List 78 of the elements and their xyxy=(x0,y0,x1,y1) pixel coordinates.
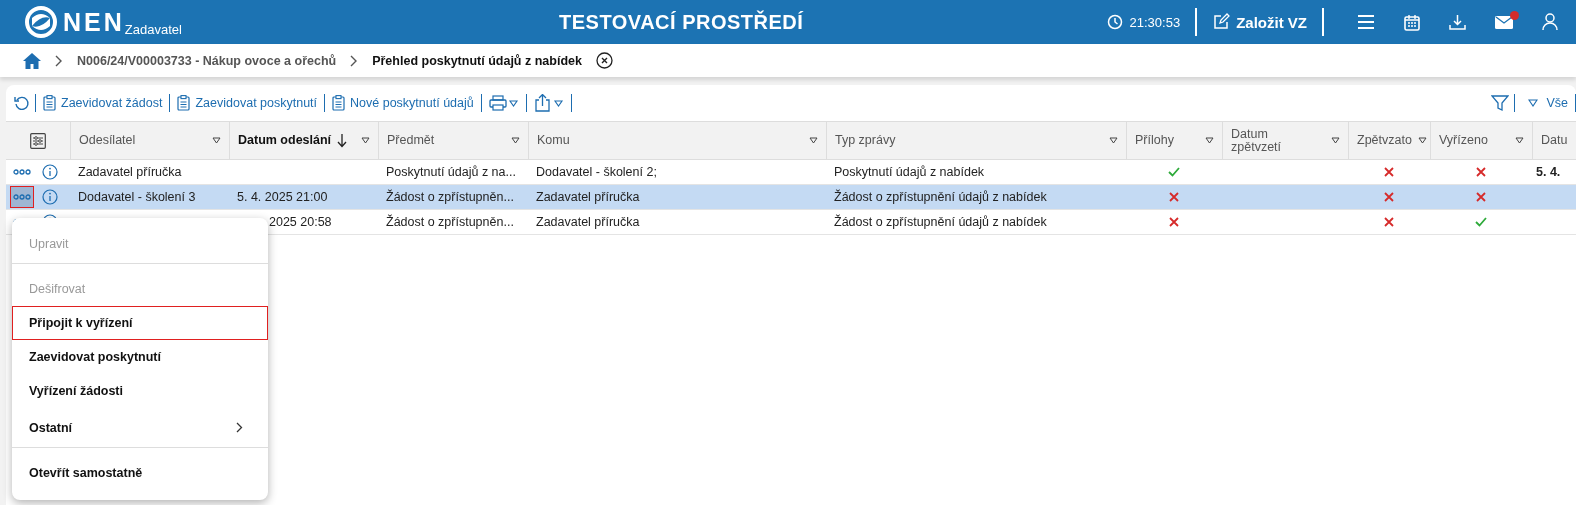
filter-dropdown-icon[interactable] xyxy=(1331,137,1340,144)
chevron-right-icon xyxy=(236,422,243,433)
clock-time: 21:30:53 xyxy=(1129,14,1181,30)
refresh-icon[interactable] xyxy=(14,95,30,111)
filter-dropdown-icon[interactable] xyxy=(809,137,818,144)
info-icon[interactable] xyxy=(42,189,58,205)
filter-icon[interactable] xyxy=(1491,94,1510,112)
clock-icon xyxy=(1106,14,1123,30)
table-cell: Žádost o zpřístupnění údajů z nabídek xyxy=(834,215,1047,229)
table-cell: Žádost o zpřístupněn... xyxy=(386,215,514,229)
menu-item[interactable]: Otevřít samostatně xyxy=(12,456,268,490)
clipboard-icon xyxy=(332,95,346,111)
table-cell: 5. 4. xyxy=(1536,165,1561,179)
column-header[interactable]: Komu xyxy=(528,122,826,159)
filter-dropdown-icon[interactable] xyxy=(1515,137,1524,144)
filter-dropdown-icon[interactable] xyxy=(361,137,370,144)
column-header[interactable]: Datum zpětvzetí xyxy=(1222,122,1348,159)
column-header[interactable]: Typ zprávy xyxy=(826,122,1126,159)
printer-icon xyxy=(488,95,519,111)
breadcrumb-link[interactable]: N006/24/V00003733 - Nákup ovoce a ořechů xyxy=(77,53,337,68)
logo-text: NEN xyxy=(63,7,125,37)
filter-dropdown-icon[interactable] xyxy=(1205,137,1214,144)
logo-icon xyxy=(25,6,57,38)
clipboard-icon xyxy=(43,95,56,111)
user-icon[interactable] xyxy=(1542,13,1558,31)
column-header[interactable]: Datum odeslání xyxy=(229,122,378,159)
table-cell: 2025 20:58 xyxy=(269,215,332,229)
table-cell: Poskytnutí údajů z nabídek xyxy=(834,165,985,179)
toolbar-button[interactable]: Zaevidovat poskytnutí xyxy=(175,95,320,111)
table-row[interactable]: Dodavatel - školení 3 5. 4. 2025 21:00 Žádost o zpřístupněn... Zadavatel příručka Žádost o zpřístupnění údajů z nabídek xyxy=(6,185,1576,210)
download-icon[interactable] xyxy=(1449,13,1466,31)
mail-icon[interactable] xyxy=(1495,15,1513,29)
toolbar-button[interactable]: Nové poskytnutí údajů xyxy=(330,95,476,111)
info-icon[interactable] xyxy=(42,164,58,180)
table-cell: Dodavatel - školení 2; xyxy=(536,165,657,179)
column-header[interactable]: Datu xyxy=(1532,122,1576,159)
table-cell: Zadavatel příručka xyxy=(536,215,640,229)
edit-icon xyxy=(1212,13,1231,31)
dropdown-icon xyxy=(1528,99,1539,107)
column-header[interactable]: Zpětvzato xyxy=(1348,122,1430,159)
menu-item[interactable]: Vyřízení žádosti xyxy=(12,374,268,408)
filter-dropdown-icon[interactable] xyxy=(1417,137,1427,144)
menu-item[interactable]: Připojit k vyřízení xyxy=(12,306,268,340)
menu-item[interactable]: Zaevidovat poskytnutí xyxy=(12,340,268,374)
menu-icon[interactable] xyxy=(1357,14,1375,30)
column-header[interactable]: Předmět xyxy=(378,122,528,159)
breadcrumb-link[interactable]: Přehled poskytnutí údajů z nabídek xyxy=(372,53,582,68)
clipboard-icon xyxy=(177,95,191,111)
more-icon xyxy=(13,169,31,175)
table-cell: Žádost o zpřístupněn... xyxy=(386,190,514,204)
share-icon xyxy=(533,94,564,112)
sort-arrow-icon xyxy=(337,133,348,148)
more-icon xyxy=(13,194,31,200)
chevron-right-icon xyxy=(350,54,359,67)
table-cell: Poskytnutí údajů z na... xyxy=(386,165,516,179)
environment-title: TESTOVACÍ PROSTŘEDÍ xyxy=(559,10,805,34)
toolbar-button[interactable]: Zaevidovat žádost xyxy=(41,95,165,111)
print-button[interactable] xyxy=(486,95,521,111)
filter-dropdown[interactable]: Vše xyxy=(1520,96,1570,110)
filter-dropdown-icon[interactable] xyxy=(511,137,520,144)
home-icon[interactable] xyxy=(23,52,41,69)
table-cell: Zadavatel příručka xyxy=(536,190,640,204)
menu-item[interactable]: Ostatní xyxy=(12,408,268,447)
calendar-icon[interactable] xyxy=(1404,13,1420,31)
filter-dropdown-icon[interactable] xyxy=(212,137,221,144)
create-button[interactable]: Založit VZ xyxy=(1208,13,1311,31)
table-cell: Zadavatel příručka xyxy=(78,165,182,179)
table-cell: Dodavatel - školení 3 xyxy=(78,190,196,204)
column-header[interactable]: Odesílatel xyxy=(70,122,229,159)
column-settings-icon[interactable] xyxy=(30,132,46,149)
table-cell: 5. 4. 2025 21:00 xyxy=(237,190,328,204)
logo-subtitle: Zadavatel xyxy=(124,22,182,37)
filter-dropdown-icon[interactable] xyxy=(1109,137,1118,144)
column-header[interactable]: Přílohy xyxy=(1126,122,1222,159)
column-header[interactable]: Vyřízeno xyxy=(1430,122,1532,159)
close-icon[interactable] xyxy=(595,52,613,69)
chevron-right-icon xyxy=(55,54,63,67)
table-cell: Žádost o zpřístupnění údajů z nabídek xyxy=(834,190,1047,204)
